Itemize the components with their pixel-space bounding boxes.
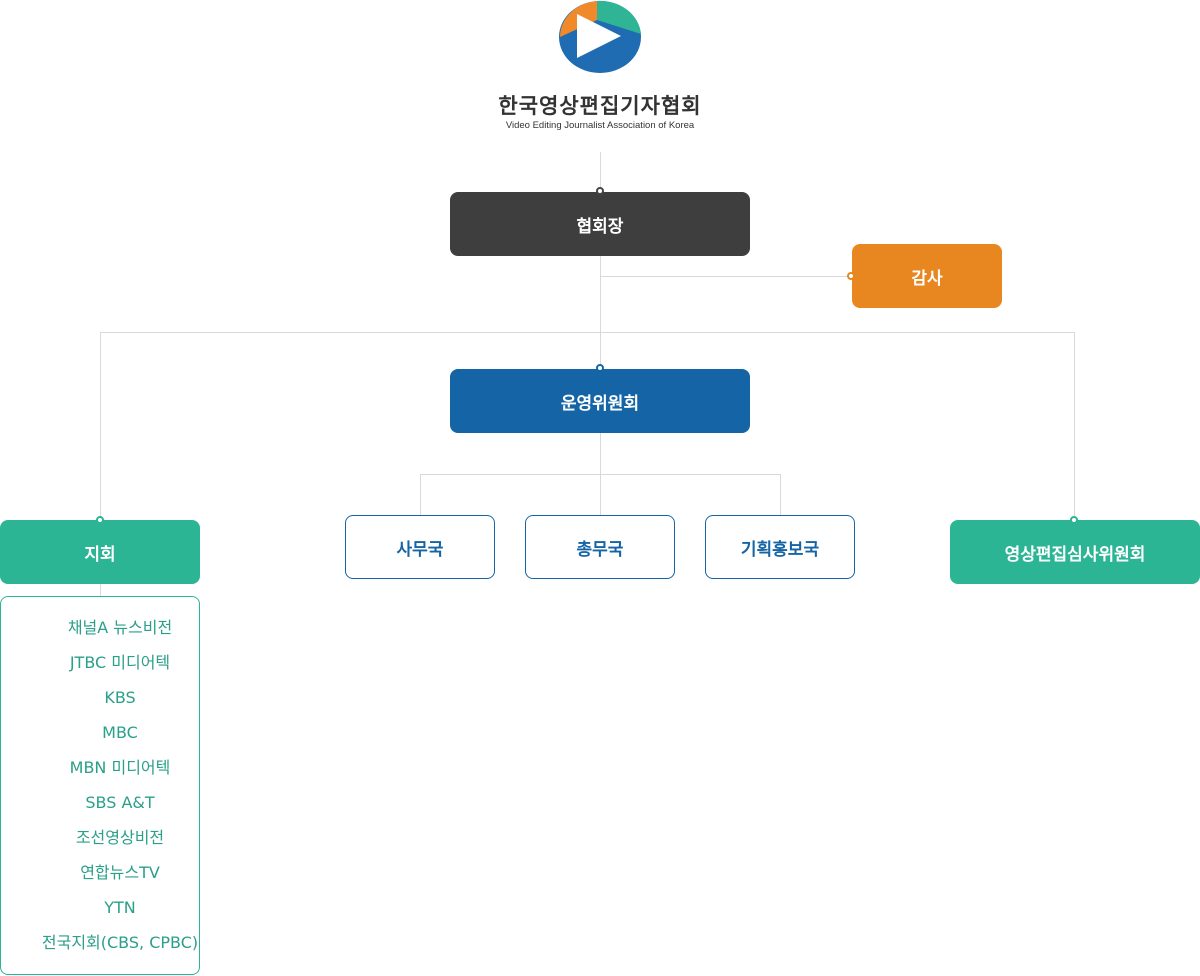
review-committee-box[interactable]: 영상편집심사위원회 bbox=[950, 520, 1200, 584]
connector-left-drop bbox=[100, 332, 101, 520]
secretariat-box[interactable]: 사무국 bbox=[345, 515, 495, 579]
connector-top-bus bbox=[100, 332, 1075, 333]
planning-pr-box[interactable]: 기획홍보국 bbox=[705, 515, 855, 579]
connector-right-drop bbox=[1074, 332, 1075, 520]
connector-general-affairs bbox=[600, 474, 601, 515]
auditor-box[interactable]: 감사 bbox=[852, 244, 1002, 308]
connector-dot-steering bbox=[596, 364, 604, 372]
president-box[interactable]: 협회장 bbox=[450, 192, 750, 256]
connector-secretariat bbox=[420, 474, 421, 515]
connector-dot-branches bbox=[96, 516, 104, 524]
branch-item[interactable]: MBC bbox=[41, 715, 199, 750]
branch-item[interactable]: 조선영상비전 bbox=[41, 820, 199, 855]
branch-item[interactable]: JTBC 미디어텍 bbox=[41, 645, 199, 680]
connector-steering-down bbox=[600, 433, 601, 474]
org-name: 한국영상편집기자협회 bbox=[498, 94, 702, 118]
steering-committee-box[interactable]: 운영위원회 bbox=[450, 369, 750, 433]
branch-item[interactable]: KBS bbox=[41, 680, 199, 715]
org-name-english: Video Editing Journalist Association of … bbox=[505, 120, 695, 131]
branches-box[interactable]: 지회 bbox=[0, 520, 200, 584]
connector-planning bbox=[780, 474, 781, 515]
branch-item[interactable]: MBN 미디어텍 bbox=[41, 750, 199, 785]
connector-dot-president bbox=[596, 187, 604, 195]
branch-item[interactable]: 채널A 뉴스비전 bbox=[41, 610, 199, 645]
connector-dot-auditor bbox=[847, 272, 855, 280]
branch-item[interactable]: 연합뉴스TV bbox=[41, 855, 199, 890]
branch-item[interactable]: SBS A&T bbox=[41, 785, 199, 820]
branch-list: 채널A 뉴스비전 JTBC 미디어텍 KBS MBC MBN 미디어텍 SBS … bbox=[0, 596, 200, 975]
branch-item[interactable]: YTN bbox=[41, 890, 199, 925]
connector-auditor bbox=[600, 276, 852, 277]
logo-icon bbox=[559, 0, 641, 73]
general-affairs-box[interactable]: 총무국 bbox=[525, 515, 675, 579]
connector-dot-review bbox=[1070, 516, 1078, 524]
branch-item[interactable]: 전국지회(CBS, CPBC) bbox=[41, 925, 199, 960]
connector-branch-list bbox=[100, 584, 101, 596]
connector-president-steering bbox=[600, 256, 601, 369]
connector-logo-president bbox=[600, 152, 601, 192]
